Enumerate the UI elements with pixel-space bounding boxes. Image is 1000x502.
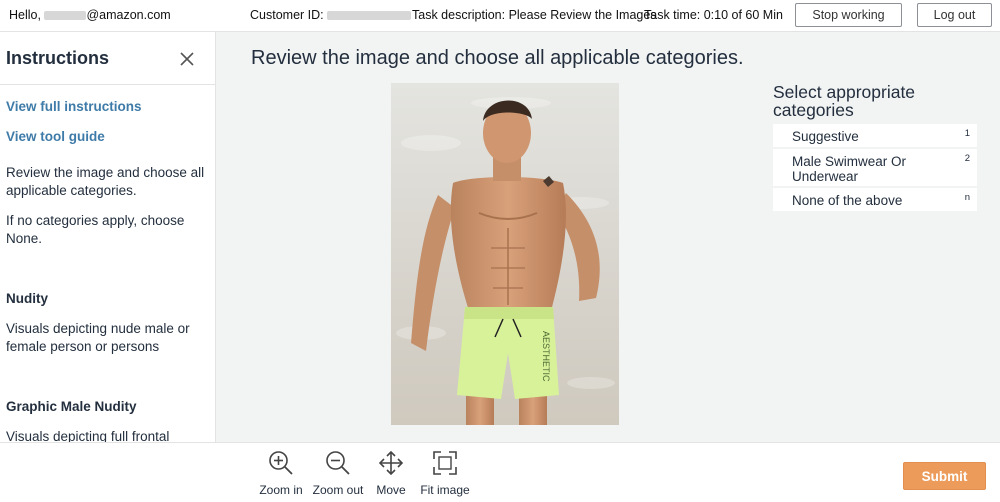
category-list: Suggestive 1 Male Swimwear Or Underwear … xyxy=(773,124,977,213)
fit-image-button[interactable]: Fit image xyxy=(416,449,474,497)
category-label: Male Swimwear Or Underwear xyxy=(792,154,907,184)
customer-id: Customer ID: xyxy=(250,8,412,22)
top-bar: Hello, @amazon.com Customer ID: Task des… xyxy=(0,0,1000,32)
svg-text:AESTHETIC: AESTHETIC xyxy=(541,331,551,382)
review-canvas: Review the image and choose all applicab… xyxy=(216,32,1000,442)
instructions-paragraph: If no categories apply, choose None. xyxy=(6,213,185,246)
stop-working-button[interactable]: Stop working xyxy=(795,3,902,27)
shortcut-key: 1 xyxy=(964,128,970,139)
instructions-panel: Instructions View full instructions View… xyxy=(0,32,216,442)
greeting: Hello, @amazon.com xyxy=(9,8,171,22)
greeting-prefix: Hello, xyxy=(9,8,41,22)
section-body-graphic-male-nudity: Visuals depicting full frontal xyxy=(6,429,170,442)
instructions-header: Instructions xyxy=(0,32,215,85)
fit-image-label: Fit image xyxy=(420,483,470,497)
instructions-title: Instructions xyxy=(6,48,110,68)
category-option-none[interactable]: None of the above n xyxy=(773,188,977,213)
move-icon xyxy=(378,450,404,476)
zoom-in-icon xyxy=(269,451,293,475)
log-out-button[interactable]: Log out xyxy=(917,3,992,27)
zoom-out-label: Zoom out xyxy=(312,483,364,497)
shortcut-key: 2 xyxy=(964,153,970,164)
view-full-instructions-link[interactable]: View full instructions xyxy=(6,99,142,114)
categories-title: Select appropriate categories xyxy=(773,82,916,120)
section-heading-nudity: Nudity xyxy=(6,291,48,306)
page-title: Review the image and choose all applicab… xyxy=(251,47,744,69)
move-button[interactable]: Move xyxy=(371,449,411,497)
instructions-paragraph: Review the image and choose all applicab… xyxy=(6,165,205,198)
view-tool-guide-link[interactable]: View tool guide xyxy=(6,129,105,144)
section-heading-graphic-male-nudity: Graphic Male Nudity xyxy=(6,399,137,414)
category-label: None of the above xyxy=(792,193,903,208)
shortcut-key: n xyxy=(964,192,970,203)
category-option-suggestive[interactable]: Suggestive 1 xyxy=(773,124,977,149)
category-option-male-swimwear[interactable]: Male Swimwear Or Underwear 2 xyxy=(773,149,977,188)
bottom-toolbar: Zoom in Zoom out Move Fit image Submit xyxy=(0,442,1000,502)
close-icon[interactable] xyxy=(178,50,196,68)
task-description: Task description: Please Review the Imag… xyxy=(412,8,657,22)
zoom-out-icon xyxy=(326,451,350,475)
zoom-out-button[interactable]: Zoom out xyxy=(310,449,366,497)
review-image[interactable]: AESTHETIC xyxy=(391,83,619,425)
category-label: Suggestive xyxy=(792,129,859,144)
zoom-in-button[interactable]: Zoom in xyxy=(256,449,306,497)
email-suffix: @amazon.com xyxy=(86,8,171,22)
section-body-nudity: Visuals depicting nude male or female pe… xyxy=(6,321,190,354)
submit-button[interactable]: Submit xyxy=(903,462,986,490)
redacted-customer-id xyxy=(327,11,412,21)
zoom-in-label: Zoom in xyxy=(259,483,303,497)
move-label: Move xyxy=(376,483,406,497)
task-time: Task time: 0:10 of 60 Min xyxy=(644,8,783,22)
customer-id-label: Customer ID: xyxy=(250,8,324,22)
redacted-username xyxy=(44,11,87,21)
fit-image-icon xyxy=(433,451,457,475)
